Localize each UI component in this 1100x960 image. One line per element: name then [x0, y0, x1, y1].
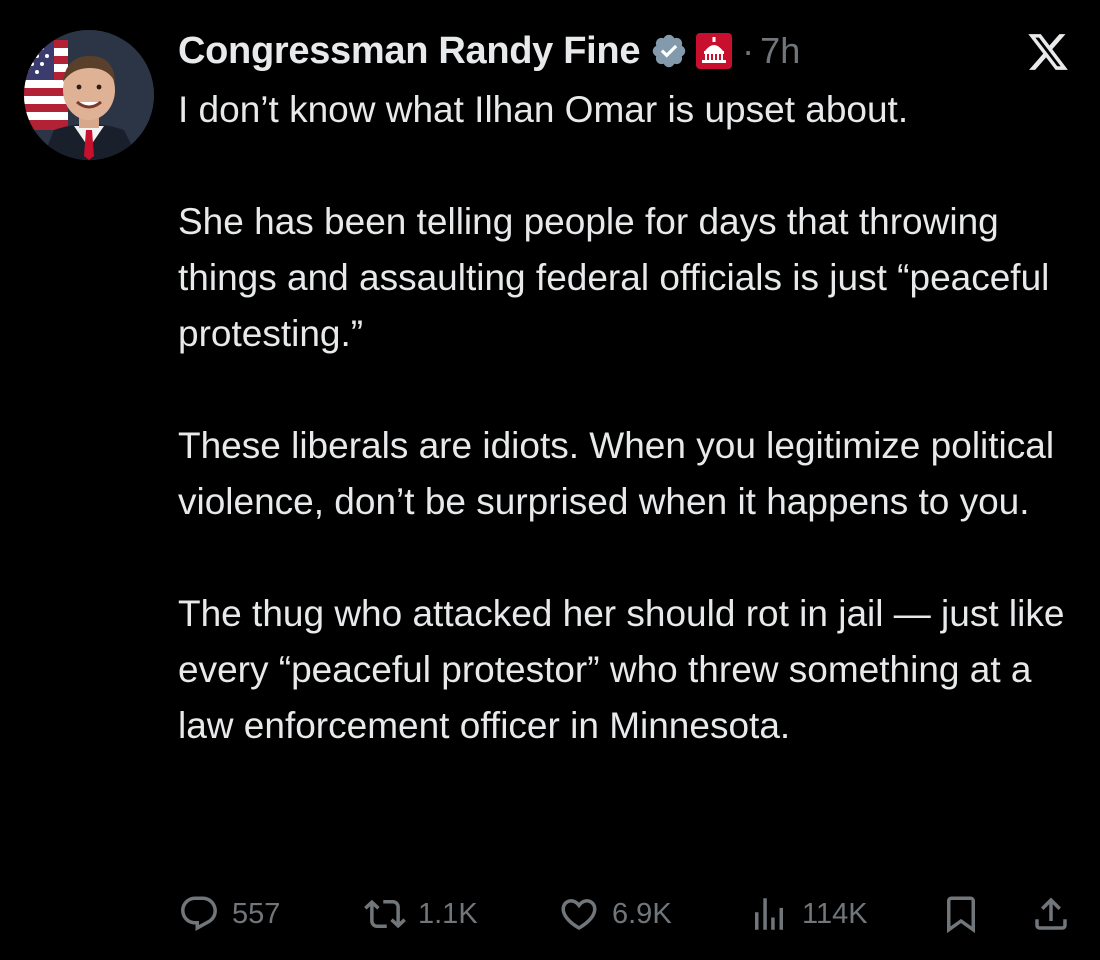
timestamp-separator: ·	[742, 30, 755, 71]
like-count: 6.9K	[612, 897, 672, 930]
us-house-capitol-icon[interactable]	[694, 31, 734, 71]
reply-button[interactable]: 557	[178, 890, 280, 938]
verified-badge-icon[interactable]	[650, 32, 688, 70]
reply-icon	[178, 893, 220, 935]
author-display-name[interactable]: Congressman Randy Fine	[178, 30, 640, 73]
author-avatar[interactable]	[24, 30, 154, 160]
repost-count: 1.1K	[418, 897, 478, 930]
post-timestamp[interactable]: 7h	[760, 30, 800, 72]
like-button[interactable]: 6.9K	[558, 890, 672, 938]
post-paragraph: I don’t know what Ilhan Omar is upset ab…	[178, 89, 909, 130]
post-header: Congressman Randy Fine · 7h	[178, 26, 800, 76]
heart-icon	[558, 893, 600, 935]
repost-icon	[364, 893, 406, 935]
repost-button[interactable]: 1.1K	[364, 890, 478, 938]
views-chart-icon	[748, 893, 790, 935]
post-card[interactable]: Congressman Randy Fine · 7h I don’t know…	[0, 0, 1100, 960]
post-paragraph: She has been telling people for days tha…	[178, 201, 1050, 354]
action-bar: 557 1.1K 6.9K 114K	[178, 890, 1078, 938]
views-button[interactable]: 114K	[748, 890, 868, 938]
reply-count: 557	[232, 897, 281, 930]
share-button[interactable]	[1030, 890, 1072, 938]
views-count: 114K	[802, 897, 868, 930]
bookmark-icon	[940, 893, 982, 935]
share-icon	[1030, 893, 1072, 935]
post-text: I don’t know what Ilhan Omar is upset ab…	[178, 82, 1078, 754]
post-paragraph: The thug who attacked her should rot in …	[178, 593, 1065, 746]
bookmark-button[interactable]	[940, 890, 982, 938]
post-paragraph: These liberals are idiots. When you legi…	[178, 425, 1055, 522]
x-logo-icon[interactable]	[1026, 30, 1070, 74]
